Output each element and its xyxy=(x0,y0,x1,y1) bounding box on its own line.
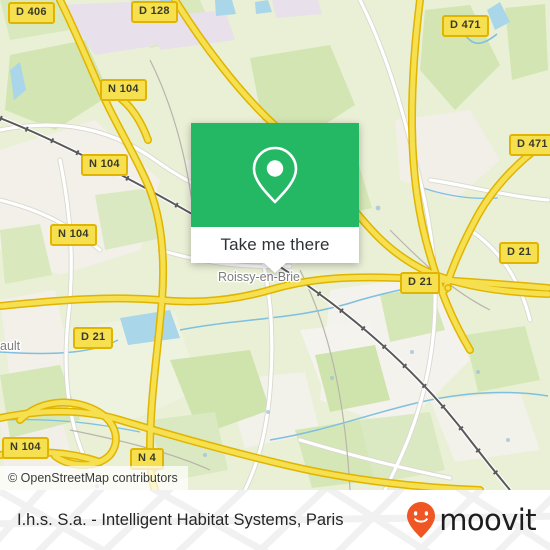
road-shield: D 128 xyxy=(131,1,178,23)
moovit-logo[interactable]: moovit xyxy=(406,490,537,550)
osm-attribution-text: © OpenStreetMap contributors xyxy=(8,471,178,485)
place-label: Roissy-en-Brie xyxy=(218,270,300,284)
road-shield: N 104 xyxy=(50,224,97,246)
callout-pointer xyxy=(264,263,286,273)
road-shield: D 21 xyxy=(499,242,540,264)
moovit-map-screenshot: D 406 D 128 D 471 N 104 N 104 D 471 N 104 D 21 D… xyxy=(0,0,550,550)
take-me-there-callout[interactable]: Take me there xyxy=(191,123,359,273)
map-pin-icon xyxy=(252,146,298,204)
callout-action[interactable]: Take me there xyxy=(191,227,359,273)
road-shield: N 104 xyxy=(2,437,49,459)
road-shield: D 21 xyxy=(73,327,114,349)
bottom-bar: I.h.s. S.a. - Intelligent Habitat System… xyxy=(0,490,550,550)
road-shield: N 104 xyxy=(100,79,147,101)
callout-action-label: Take me there xyxy=(220,235,330,254)
road-shield: D 21 xyxy=(400,272,441,294)
page-title-text: I.h.s. S.a. - Intelligent Habitat System… xyxy=(17,510,344,529)
osm-attribution[interactable]: © OpenStreetMap contributors xyxy=(0,466,188,490)
road-shield: D 471 xyxy=(509,134,550,156)
moovit-pin-smiley-icon xyxy=(407,502,436,538)
page-title: I.h.s. S.a. - Intelligent Habitat System… xyxy=(17,490,343,550)
callout-header xyxy=(191,123,359,227)
moovit-wordmark: moovit xyxy=(439,502,536,537)
map-canvas[interactable]: D 406 D 128 D 471 N 104 N 104 D 471 N 104 D 21 D… xyxy=(0,0,550,490)
place-label: ault xyxy=(0,339,21,353)
road-shield: D 406 xyxy=(8,2,55,24)
road-shield: N 104 xyxy=(81,154,128,176)
road-shield: D 471 xyxy=(442,15,489,37)
